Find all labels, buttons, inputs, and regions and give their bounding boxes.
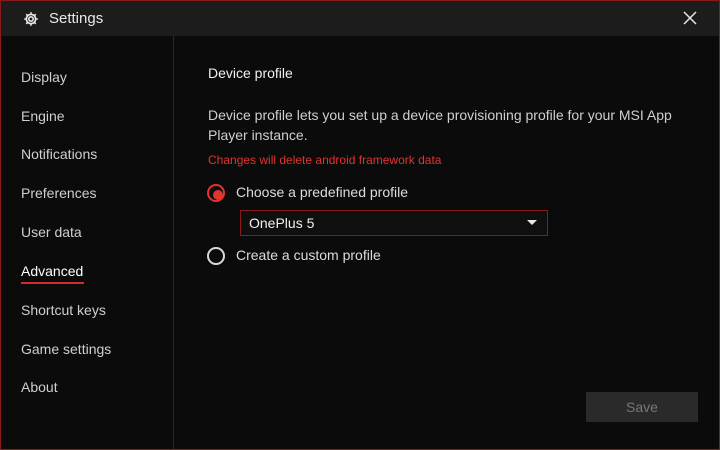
custom-profile-label: Create a custom profile	[236, 247, 381, 263]
save-button[interactable]: Save	[586, 392, 698, 422]
sidebar-item-display[interactable]: Display	[21, 69, 67, 85]
active-tab-indicator	[21, 282, 84, 284]
sidebar-item-advanced[interactable]: Advanced	[21, 263, 83, 279]
profile-dropdown[interactable]: OnePlus 5	[240, 210, 548, 236]
title-bar: Settings	[1, 1, 719, 36]
settings-sidebar: Display Engine Notifications Preferences…	[1, 36, 174, 449]
gear-icon	[24, 12, 38, 26]
section-title: Device profile	[208, 65, 293, 81]
chevron-down-icon	[527, 220, 537, 225]
sidebar-item-engine[interactable]: Engine	[21, 108, 65, 124]
predefined-profile-radio[interactable]	[207, 184, 225, 202]
settings-window: Settings Display Engine Notifications Pr…	[0, 0, 720, 450]
warning-text: Changes will delete android framework da…	[208, 153, 442, 167]
sidebar-item-user-data[interactable]: User data	[21, 224, 82, 240]
predefined-profile-label: Choose a predefined profile	[236, 184, 409, 200]
window-title: Settings	[49, 10, 104, 27]
section-description: Device profile lets you set up a device …	[208, 107, 672, 143]
profile-dropdown-value: OnePlus 5	[249, 215, 315, 231]
close-icon[interactable]	[681, 9, 699, 27]
sidebar-item-about[interactable]: About	[21, 379, 58, 395]
sidebar-item-shortcut-keys[interactable]: Shortcut keys	[21, 302, 106, 318]
sidebar-item-notifications[interactable]: Notifications	[21, 146, 97, 162]
custom-profile-radio[interactable]	[207, 247, 225, 265]
sidebar-item-game-settings[interactable]: Game settings	[21, 341, 111, 357]
radio-selected-dot	[213, 190, 223, 200]
settings-content: Device profile Device profile lets you s…	[174, 36, 719, 449]
sidebar-item-preferences[interactable]: Preferences	[21, 185, 96, 201]
